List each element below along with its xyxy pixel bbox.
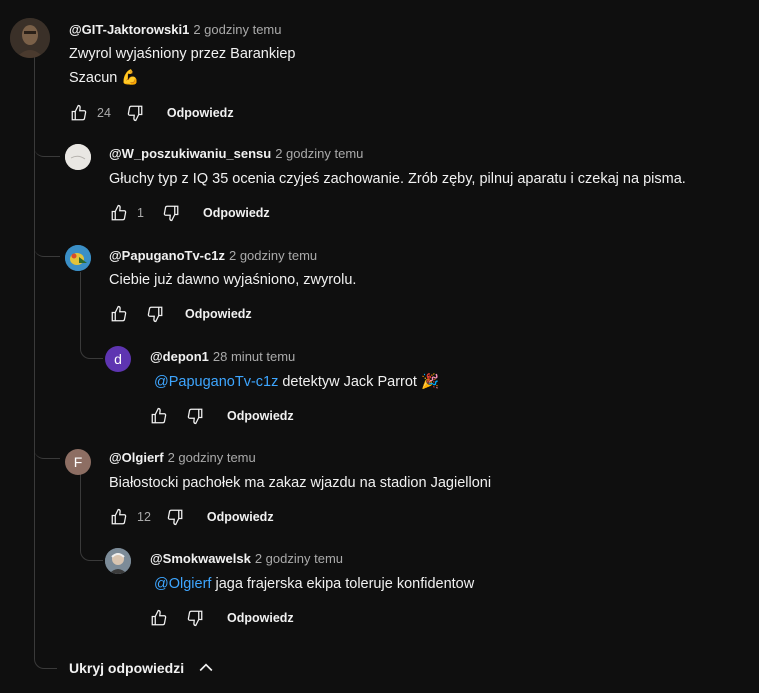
thumb-up-icon[interactable] [69, 103, 89, 123]
hide-replies-label: Ukryj odpowiedzi [69, 660, 185, 676]
comment-text: Białostocki pachołek ma zakaz wjazdu na … [109, 475, 492, 491]
comment-header: @Olgierf 2 godziny temu [109, 450, 256, 465]
thread-line-main [34, 45, 35, 657]
thread-line-sub [80, 272, 81, 342]
reply-button[interactable]: Odpowiedz [167, 106, 234, 120]
comment-text-content: detektyw Jack Parrot 🎉 [278, 374, 440, 390]
comment-time[interactable]: 2 godziny temu [275, 146, 363, 161]
like-count: 1 [137, 206, 144, 220]
chevron-up-icon [199, 663, 213, 672]
comment-header: @W_poszukiwaniu_sensu 2 godziny temu [109, 146, 363, 161]
thumb-down-icon[interactable] [125, 103, 145, 123]
comment-header: @PapuganoTv-c1z 2 godziny temu [109, 248, 317, 263]
comment-actions: 1 Odpowiedz [109, 201, 270, 225]
mention-link[interactable]: @Olgierf [154, 576, 211, 592]
comment-text: @Olgierf jaga frajerska ekipa toleruje k… [154, 572, 474, 596]
reply-button[interactable]: Odpowiedz [203, 206, 270, 220]
thumb-up-icon[interactable] [149, 406, 169, 426]
thumb-down-icon[interactable] [161, 203, 181, 223]
avatar-photo-icon [105, 548, 131, 574]
comment-actions: Odpowiedz [149, 606, 294, 630]
thumb-down-icon[interactable] [145, 304, 165, 324]
reply-button[interactable]: Odpowiedz [227, 611, 294, 625]
avatar-photo-icon [10, 18, 50, 58]
comment-time[interactable]: 28 minut temu [213, 349, 295, 364]
like-count: 12 [137, 510, 151, 524]
avatar[interactable] [10, 18, 50, 58]
comment-text: Zwyrol wyjaśniony przez Barankiep Szacun… [69, 42, 295, 90]
avatar[interactable] [65, 144, 91, 170]
like-count: 24 [97, 106, 111, 120]
thread-branch [34, 442, 60, 459]
comment-text: @PapuganoTv-c1z detektyw Jack Parrot 🎉 [154, 370, 439, 394]
comment-author[interactable]: @Olgierf [109, 450, 164, 465]
thumb-up-icon[interactable] [109, 203, 129, 223]
comment-header: @depon1 28 minut temu [150, 349, 295, 364]
comment-time[interactable]: 2 godziny temu [255, 551, 343, 566]
avatar[interactable] [105, 548, 131, 574]
reply-button[interactable]: Odpowiedz [185, 307, 252, 321]
comment-author[interactable]: @Smokwawelsk [150, 551, 251, 566]
thumb-up-icon[interactable] [149, 608, 169, 628]
thread-branch-end [34, 650, 57, 669]
comment-text: Głuchy typ z IQ 35 ocenia czyjeś zachowa… [109, 171, 686, 187]
thread-branch-sub [80, 342, 103, 359]
reply-button[interactable]: Odpowiedz [227, 409, 294, 423]
comment-text-content: jaga frajerska ekipa toleruje konfidento… [211, 576, 475, 592]
thread-branch [34, 140, 60, 157]
comment-actions: 12 Odpowiedz [109, 505, 274, 529]
thread-line-sub [80, 472, 81, 546]
comment-actions: Odpowiedz [109, 302, 252, 326]
comment-author[interactable]: @W_poszukiwaniu_sensu [109, 146, 271, 161]
comment-author[interactable]: @GIT-Jaktorowski1 [69, 22, 189, 37]
thumb-down-icon[interactable] [185, 406, 205, 426]
comment-actions: Odpowiedz [149, 404, 294, 428]
reply-button[interactable]: Odpowiedz [207, 510, 274, 524]
avatar[interactable]: d [105, 346, 131, 372]
comment-author[interactable]: @depon1 [150, 349, 209, 364]
hide-replies-button[interactable]: Ukryj odpowiedzi [69, 658, 216, 678]
thumb-up-icon[interactable] [109, 507, 129, 527]
thread-branch [34, 240, 60, 257]
thumb-up-icon[interactable] [109, 304, 129, 324]
parrot-avatar-icon [65, 245, 91, 271]
avatar-letter: d [114, 351, 122, 367]
comment-text-line: Zwyrol wyjaśniony przez Barankiep [69, 46, 296, 62]
comment-time[interactable]: 2 godziny temu [229, 248, 317, 263]
avatar-image-icon [65, 144, 91, 170]
avatar[interactable] [65, 245, 91, 271]
comment-author[interactable]: @PapuganoTv-c1z [109, 248, 225, 263]
comment-time[interactable]: 2 godziny temu [193, 22, 281, 37]
thumb-down-icon[interactable] [185, 608, 205, 628]
comment-header: @GIT-Jaktorowski1 2 godziny temu [69, 22, 282, 37]
comment-text: Ciebie już dawno wyjaśniono, zwyrolu. [109, 272, 357, 288]
avatar[interactable]: F [65, 449, 91, 475]
avatar-letter: F [73, 454, 83, 470]
thumb-down-icon[interactable] [165, 507, 185, 527]
thread-branch-sub [80, 546, 103, 561]
comment-text-line: Szacun 💪 [69, 70, 140, 86]
comment-actions: 24 Odpowiedz [69, 101, 234, 125]
comment-time[interactable]: 2 godziny temu [168, 450, 256, 465]
mention-link[interactable]: @PapuganoTv-c1z [154, 374, 278, 390]
comment-header: @Smokwawelsk 2 godziny temu [150, 551, 343, 566]
